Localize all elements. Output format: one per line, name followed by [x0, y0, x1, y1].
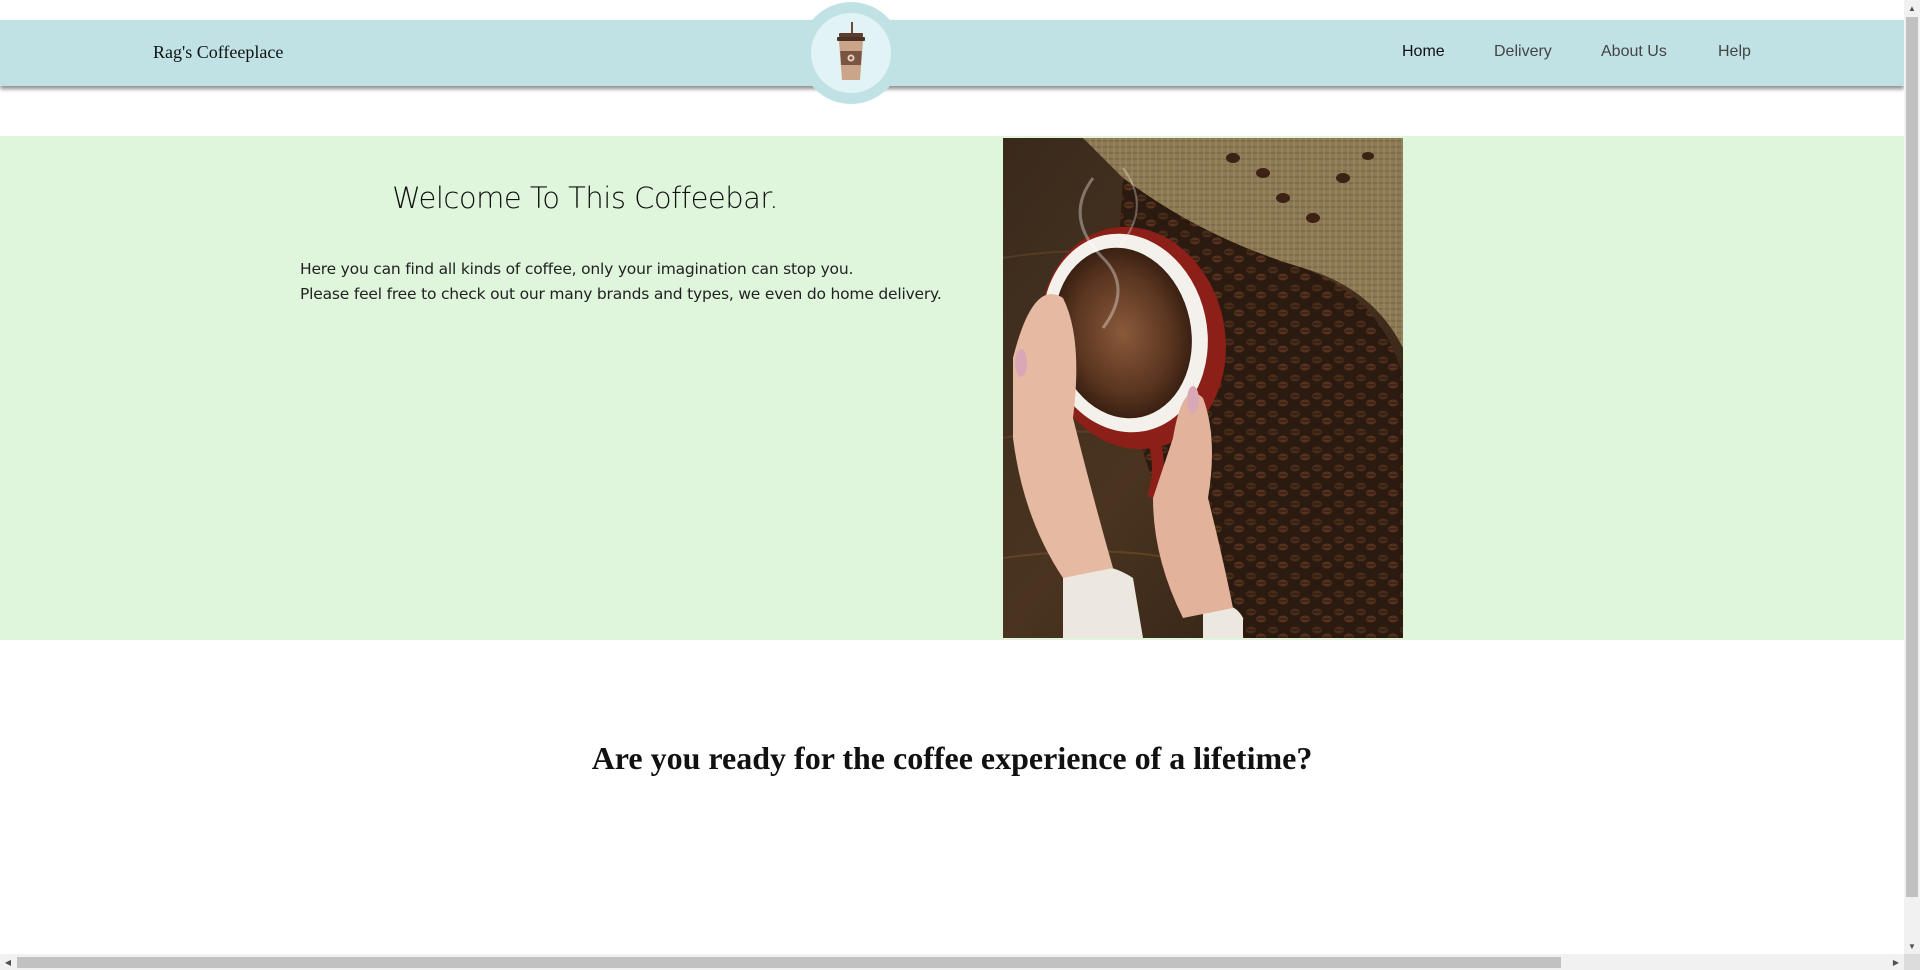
scroll-down-icon[interactable]: ▼ — [1904, 938, 1920, 954]
nav-help[interactable]: Help — [1718, 43, 1751, 61]
vertical-scrollbar[interactable]: ▲ ▼ — [1904, 0, 1920, 954]
nav-delivery[interactable]: Delivery — [1494, 43, 1552, 61]
hero-line-1: Here you can find all kinds of coffee, o… — [300, 260, 854, 278]
page-viewport: Rag's Coffeeplace Home Delivery About Us… — [0, 0, 1904, 954]
hero-description: Here you can find all kinds of coffee, o… — [300, 257, 942, 307]
hero-line-2: Please feel free to check out our many b… — [300, 285, 942, 303]
horizontal-scrollbar[interactable]: ◀ ▶ — [0, 954, 1904, 970]
horizontal-scroll-thumb[interactable] — [17, 957, 1561, 968]
vertical-scroll-thumb[interactable] — [1906, 17, 1918, 897]
hero-title: Welcome To This Coffeebar. — [392, 181, 778, 215]
logo-inner-circle — [811, 13, 891, 93]
coffee-cup-icon — [837, 22, 865, 80]
nav-about-us[interactable]: About Us — [1601, 43, 1667, 61]
scroll-up-icon[interactable]: ▲ — [1904, 0, 1920, 16]
brand-name[interactable]: Rag's Coffeeplace — [153, 42, 283, 63]
scroll-right-icon[interactable]: ▶ — [1888, 954, 1904, 970]
logo-badge[interactable] — [800, 2, 902, 104]
tagline-heading: Are you ready for the coffee experience … — [591, 740, 1313, 776]
nav-home[interactable]: Home — [1402, 43, 1445, 61]
hero-section: Welcome To This Coffeebar. Here you can … — [0, 136, 1904, 640]
coffee-hands-image — [1003, 138, 1403, 638]
scrollbar-corner — [1904, 954, 1920, 970]
scroll-left-icon[interactable]: ◀ — [0, 954, 16, 970]
site-header: Rag's Coffeeplace Home Delivery About Us… — [0, 20, 1904, 86]
